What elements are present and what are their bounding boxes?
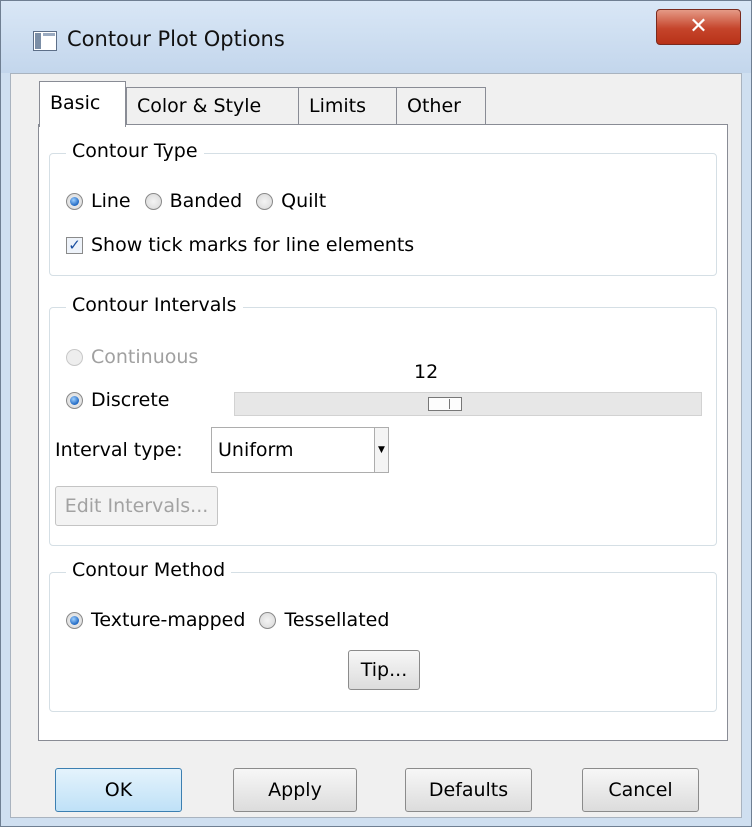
interval-count-slider[interactable] xyxy=(234,392,702,416)
interval-type-label: Interval type: xyxy=(55,439,183,461)
dropdown-arrow-icon[interactable]: ▼ xyxy=(374,428,388,472)
show-tick-marks-label: Show tick marks for line elements xyxy=(91,234,415,256)
interval-type-select[interactable]: Uniform ▼ xyxy=(211,427,389,473)
tab-limits[interactable]: Limits xyxy=(298,87,397,125)
contour-type-legend: Contour Type xyxy=(66,140,204,162)
tab-other[interactable]: Other xyxy=(396,87,486,125)
radio-quilt-label: Quilt xyxy=(281,190,327,212)
radio-banded[interactable] xyxy=(144,192,162,210)
defaults-button[interactable]: Defaults xyxy=(405,768,532,812)
contour-type-options: Line Banded Quilt xyxy=(66,190,326,212)
tip-button[interactable]: Tip... xyxy=(348,650,420,690)
interval-type-value: Uniform xyxy=(218,439,294,461)
title-bar: Contour Plot Options ✕ xyxy=(1,1,751,73)
radio-tessellated-label: Tessellated xyxy=(284,609,390,631)
radio-tessellated[interactable] xyxy=(259,611,277,629)
radio-line-label: Line xyxy=(91,190,131,212)
basic-tab-panel: Contour Type Line Banded Quilt ✓ Show ti… xyxy=(38,124,728,741)
radio-banded-label: Banded xyxy=(169,190,243,212)
continuous-row: Continuous xyxy=(66,346,198,368)
show-tick-marks-checkbox[interactable]: ✓ xyxy=(66,236,83,254)
radio-line[interactable] xyxy=(66,192,83,210)
radio-texture-mapped[interactable] xyxy=(66,611,83,629)
contour-method-group: Contour Method Texture-mapped Tessellate… xyxy=(49,559,717,712)
contour-method-legend: Contour Method xyxy=(66,559,232,581)
show-tick-marks-row: ✓ Show tick marks for line elements xyxy=(66,234,414,256)
close-button[interactable]: ✕ xyxy=(656,9,741,45)
contour-method-options: Texture-mapped Tessellated xyxy=(66,609,389,631)
radio-continuous[interactable] xyxy=(66,348,83,366)
cancel-button[interactable]: Cancel xyxy=(582,768,699,812)
tab-color-style[interactable]: Color & Style xyxy=(126,87,299,125)
contour-plot-options-dialog: Contour Plot Options ✕ Basic Color & Sty… xyxy=(0,0,752,827)
window-icon xyxy=(33,31,57,51)
radio-texture-mapped-label: Texture-mapped xyxy=(91,609,246,631)
tab-basic[interactable]: Basic xyxy=(39,81,126,127)
radio-discrete-label: Discrete xyxy=(91,389,170,411)
discrete-row: Discrete xyxy=(66,389,169,411)
slider-thumb[interactable] xyxy=(428,397,462,411)
radio-continuous-label: Continuous xyxy=(91,346,199,368)
interval-count-value: 12 xyxy=(414,361,439,383)
contour-type-group: Contour Type Line Banded Quilt ✓ Show ti… xyxy=(49,140,717,276)
apply-button[interactable]: Apply xyxy=(233,768,357,812)
radio-discrete[interactable] xyxy=(66,391,83,409)
edit-intervals-button[interactable]: Edit Intervals... xyxy=(55,486,218,526)
contour-intervals-legend: Contour Intervals xyxy=(66,294,243,316)
radio-quilt[interactable] xyxy=(256,192,274,210)
window-title: Contour Plot Options xyxy=(67,27,285,51)
ok-button[interactable]: OK xyxy=(55,768,182,812)
